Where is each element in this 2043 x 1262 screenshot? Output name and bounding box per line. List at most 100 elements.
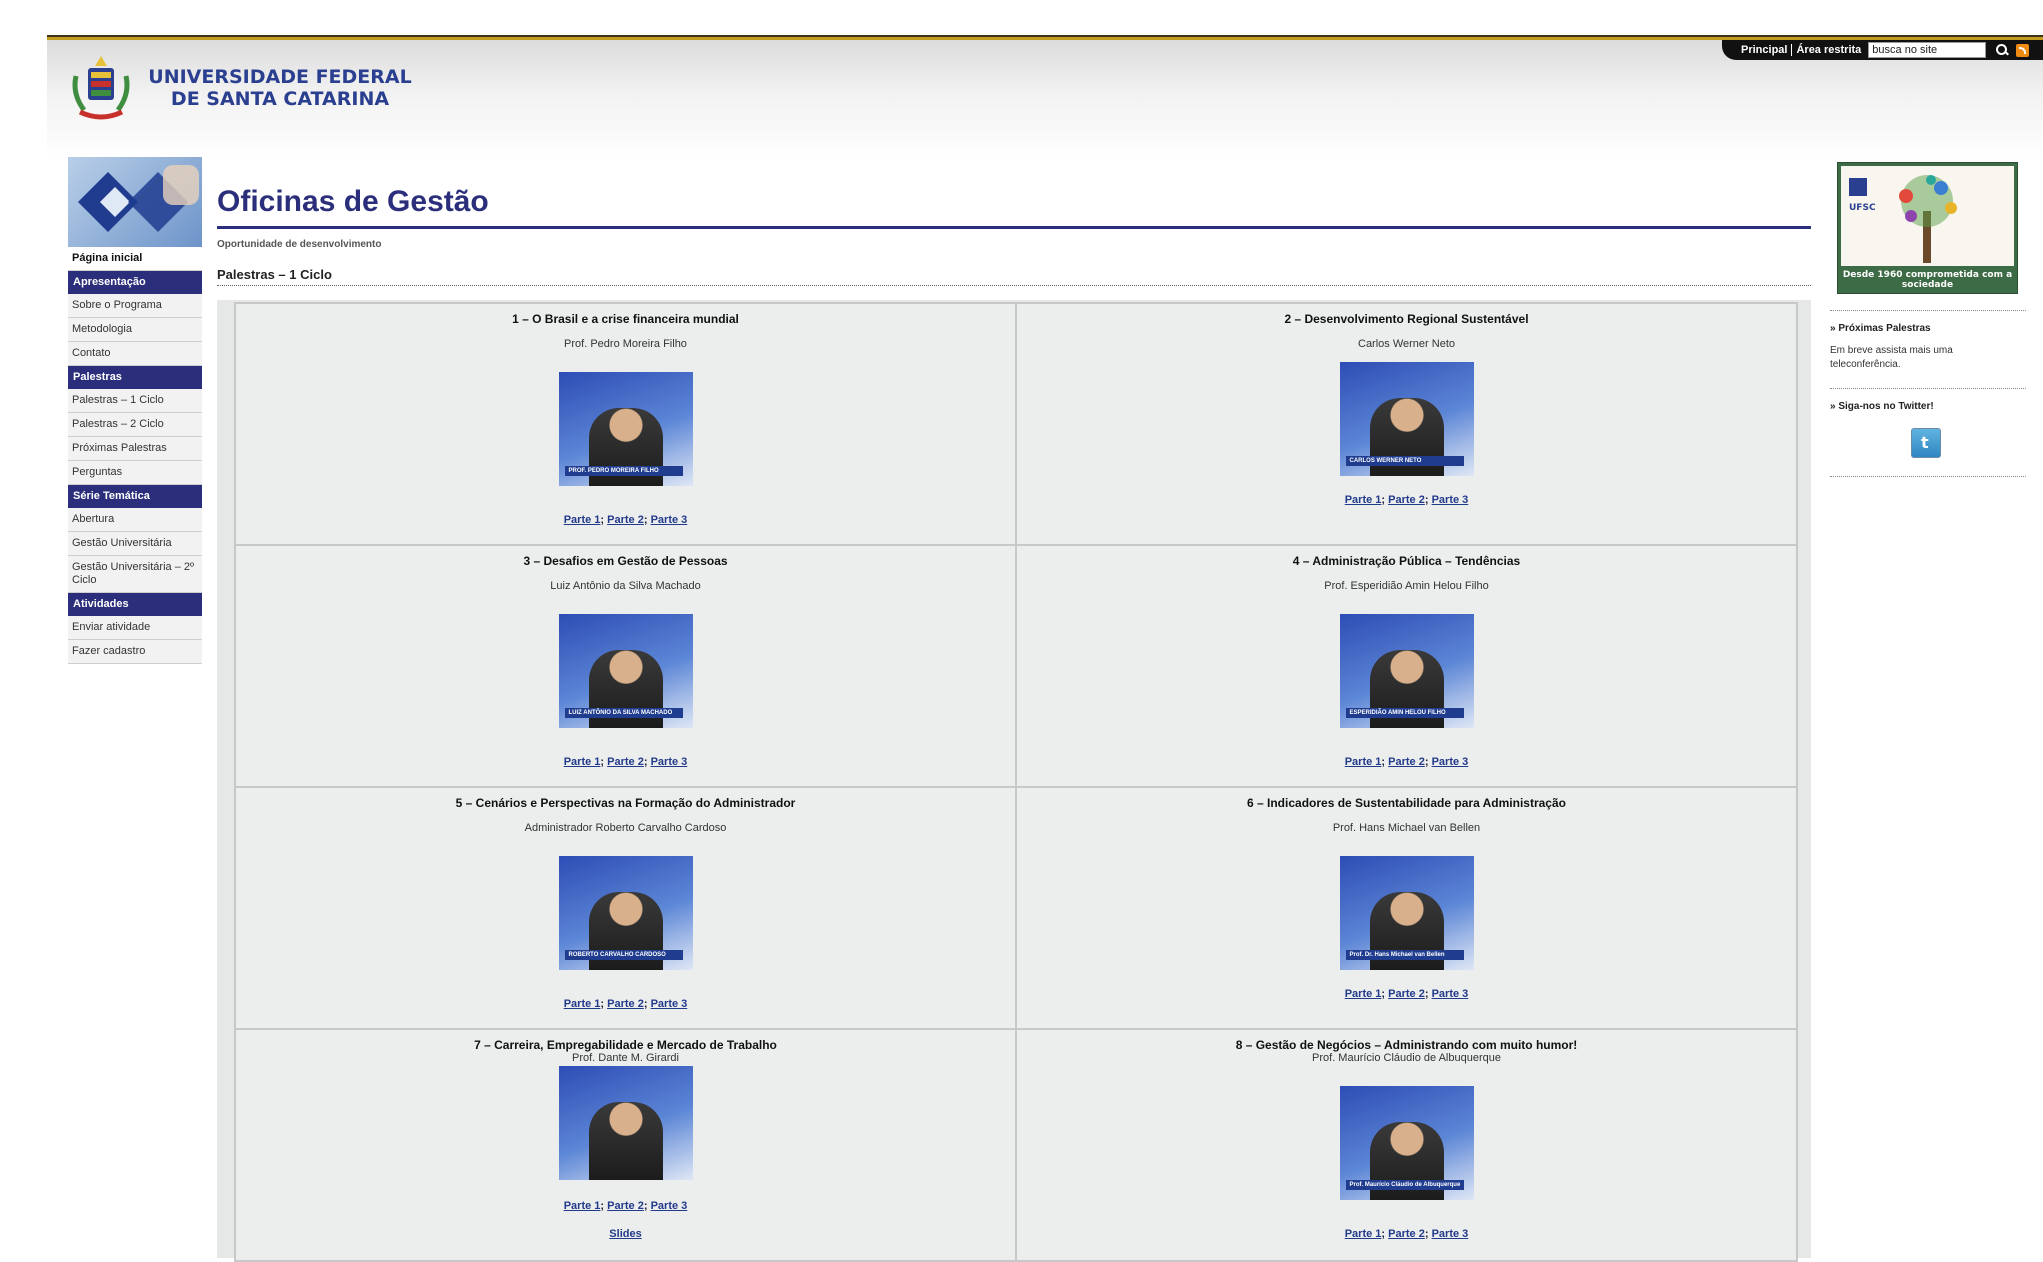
university-name[interactable]: UNIVERSIDADE FEDERAL DE SANTA CATARINA: [140, 66, 420, 110]
part-1-link[interactable]: Parte 1: [564, 1200, 601, 1212]
part-1-link[interactable]: Parte 1: [1345, 1228, 1382, 1240]
part-2-link[interactable]: Parte 2: [607, 514, 644, 526]
part-1-link[interactable]: Parte 1: [1345, 494, 1382, 506]
parts-separator: ;: [1381, 756, 1386, 768]
part-2-link[interactable]: Parte 2: [1388, 494, 1425, 506]
nav-item-proximas-palestras[interactable]: Próximas Palestras: [68, 437, 202, 461]
part-1-link[interactable]: Parte 1: [564, 514, 601, 526]
parts-separator: ;: [1424, 756, 1429, 768]
lecture-thumbnail[interactable]: ESPERIDIÃO AMIN HELOU FILHO: [1339, 614, 1474, 728]
part-2-link[interactable]: Parte 2: [607, 756, 644, 768]
lecture-title: 5 – Cenários e Perspectivas na Formação …: [455, 796, 796, 810]
nav-item-palestras-1-ciclo[interactable]: Palestras – 1 Ciclo: [68, 389, 202, 413]
parts-separator: ;: [600, 1200, 605, 1212]
part-2-link[interactable]: Parte 2: [1388, 988, 1425, 1000]
nav-item-abertura[interactable]: Abertura: [68, 508, 202, 532]
parts-separator: ;: [1381, 988, 1386, 1000]
lecture-thumbnail[interactable]: Prof. Maurício Cláudio de Albuquerque: [1339, 1086, 1474, 1200]
lecture-cell: 2 – Desenvolvimento Regional Sustentável…: [1016, 303, 1797, 545]
presenter-photo: [588, 1102, 663, 1180]
part-1-link[interactable]: Parte 1: [1345, 988, 1382, 1000]
link-principal[interactable]: Principal: [1741, 44, 1787, 56]
university-crest-logo[interactable]: [70, 54, 132, 126]
search-input[interactable]: [1868, 42, 1987, 58]
ufsc-banner[interactable]: UFSC Desde 1960 comprometida com a socie…: [1837, 162, 2018, 294]
parts-separator: ;: [600, 756, 605, 768]
lecture-cell: 1 – O Brasil e a crise financeira mundia…: [235, 303, 1016, 545]
slides-link[interactable]: Slides: [609, 1228, 641, 1240]
part-3-link[interactable]: Parte 3: [1432, 494, 1469, 506]
lecture-thumbnail[interactable]: ROBERTO CARVALHO CARDOSO: [558, 856, 693, 970]
lecture-cell: 8 – Gestão de Negócios – Administrando c…: [1016, 1029, 1797, 1261]
nav-item-gestao-universitaria[interactable]: Gestão Universitária: [68, 532, 202, 556]
lecture-title: 3 – Desafios em Gestão de Pessoas: [523, 554, 728, 568]
parts-separator: ;: [600, 998, 605, 1010]
thumbnail-caption: ESPERIDIÃO AMIN HELOU FILHO: [1345, 708, 1464, 718]
nav-item-metodologia[interactable]: Metodologia: [68, 318, 202, 342]
rss-icon[interactable]: [2016, 43, 2030, 57]
lecture-title: 2 – Desenvolvimento Regional Sustentável: [1284, 312, 1529, 326]
nav-item-enviar-atividade[interactable]: Enviar atividade: [68, 616, 202, 640]
part-3-link[interactable]: Parte 3: [651, 1200, 688, 1212]
nav-item-contato[interactable]: Contato: [68, 342, 202, 366]
lecture-thumbnail[interactable]: [558, 1066, 693, 1180]
thumbnail-caption: PROF. PEDRO MOREIRA FILHO: [564, 466, 683, 476]
part-1-link[interactable]: Parte 1: [564, 998, 601, 1010]
thumbnail-caption: CARLOS WERNER NETO: [1345, 456, 1464, 466]
lecture-title: 4 – Administração Pública – Tendências: [1292, 554, 1521, 568]
banner-ufsc-label: UFSC: [1849, 203, 1876, 213]
banner-artwork: UFSC: [1841, 166, 2014, 266]
lecture-thumbnail[interactable]: CARLOS WERNER NETO: [1339, 362, 1474, 476]
lecture-parts: Parte 1; Parte 2; Parte 3: [236, 998, 1015, 1010]
lecture-presenter: Prof. Hans Michael van Bellen: [1332, 822, 1481, 834]
nav-item-palestras-2-ciclo[interactable]: Palestras – 2 Ciclo: [68, 413, 202, 437]
nav-header-palestras: Palestras: [68, 366, 202, 389]
lecture-presenter: Prof. Dante M. Girardi: [572, 1052, 679, 1064]
nav-item-sobre-o-programa[interactable]: Sobre o Programa: [68, 294, 202, 318]
lecture-parts: Parte 1; Parte 2; Parte 3: [236, 514, 1015, 526]
lecture-parts: Parte 1; Parte 2; Parte 3: [1017, 494, 1796, 506]
part-3-link[interactable]: Parte 3: [1432, 988, 1469, 1000]
part-3-link[interactable]: Parte 3: [651, 756, 688, 768]
lecture-presenter: Luiz Antônio da Silva Machado: [550, 580, 701, 592]
parts-separator: ;: [1424, 988, 1429, 1000]
nav-item-gestao-universitaria-2-ciclo[interactable]: Gestão Universitária – 2º Ciclo: [68, 556, 202, 593]
program-logo[interactable]: [68, 157, 202, 247]
lecture-thumbnail[interactable]: LUIZ ANTÔNIO DA SILVA MACHADO: [558, 614, 693, 728]
part-2-link[interactable]: Parte 2: [607, 1200, 644, 1212]
part-2-link[interactable]: Parte 2: [1388, 756, 1425, 768]
search-icon[interactable]: [1994, 42, 2010, 58]
nav-item-perguntas[interactable]: Perguntas: [68, 461, 202, 485]
parts-separator: ;: [643, 756, 648, 768]
part-2-link[interactable]: Parte 2: [1388, 1228, 1425, 1240]
lecture-cell: 5 – Cenários e Perspectivas na Formação …: [235, 787, 1016, 1029]
twitter-icon[interactable]: t: [1911, 428, 1941, 458]
parts-separator: ;: [600, 514, 605, 526]
part-3-link[interactable]: Parte 3: [651, 998, 688, 1010]
lecture-cell: 3 – Desafios em Gestão de Pessoas Luiz An…: [235, 545, 1016, 787]
lecture-thumbnail[interactable]: Prof. Dr. Hans Michael van Bellen: [1339, 856, 1474, 970]
lecture-parts: Parte 1; Parte 2; Parte 3: [236, 1200, 1015, 1212]
link-area-restrita[interactable]: Área restrita: [1796, 44, 1861, 56]
part-3-link[interactable]: Parte 3: [651, 514, 688, 526]
thumbnail-caption: Prof. Maurício Cláudio de Albuquerque: [1345, 1180, 1464, 1190]
sidebar-nav: Página inicial Apresentação Sobre o Prog…: [68, 247, 202, 664]
part-1-link[interactable]: Parte 1: [1345, 756, 1382, 768]
parts-separator: ;: [1424, 1228, 1429, 1240]
lecture-title: 7 – Carreira, Empregabilidade e Mercado …: [474, 1038, 777, 1052]
proximas-palestras-text: Em breve assista mais uma teleconferênci…: [1830, 345, 1953, 370]
lectures-panel: 1 – O Brasil e a crise financeira mundia…: [217, 300, 1811, 1262]
lecture-slides: Slides: [236, 1228, 1015, 1240]
nav-item-fazer-cadastro[interactable]: Fazer cadastro: [68, 640, 202, 664]
part-3-link[interactable]: Parte 3: [1432, 756, 1469, 768]
lecture-parts: Parte 1; Parte 2; Parte 3: [1017, 1228, 1796, 1240]
nav-pagina-inicial[interactable]: Página inicial: [68, 247, 202, 271]
lecture-title: 8 – Gestão de Negócios – Administrando c…: [1235, 1038, 1578, 1052]
part-3-link[interactable]: Parte 3: [1432, 1228, 1469, 1240]
part-2-link[interactable]: Parte 2: [607, 998, 644, 1010]
parts-separator: ;: [1381, 1228, 1386, 1240]
lecture-cell: 6 – Indicadores de Sustentabilidade para…: [1016, 787, 1797, 1029]
part-1-link[interactable]: Parte 1: [564, 756, 601, 768]
right-divider-1: [1830, 310, 2026, 311]
lecture-thumbnail[interactable]: PROF. PEDRO MOREIRA FILHO: [558, 372, 693, 486]
